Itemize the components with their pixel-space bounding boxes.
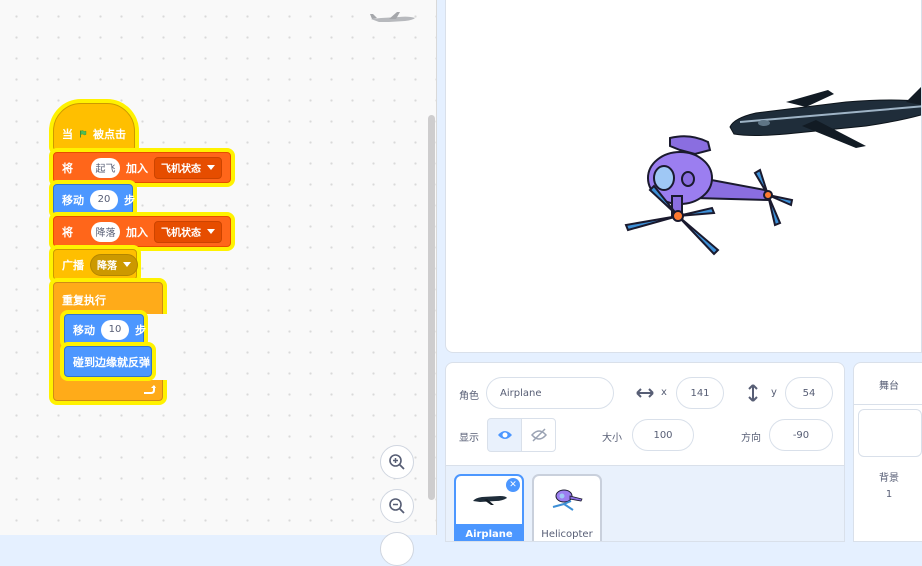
- eye-icon: [497, 431, 512, 439]
- y-label: y: [771, 387, 777, 398]
- code-workspace[interactable]: 当 被点击 将 起飞 加入 飞机状态 移动 20 步 将 降落 加入 飞机状态 …: [0, 0, 437, 566]
- add-prefix-label: 将: [62, 225, 73, 239]
- direction-label: 方向: [741, 433, 761, 444]
- zoom-out-button[interactable]: [380, 489, 414, 523]
- green-flag-icon: [80, 130, 87, 138]
- when-label: 当: [62, 128, 73, 141]
- airplane-sprite[interactable]: [726, 82, 922, 157]
- stage-title: 舞台: [879, 381, 899, 392]
- show-sprite-button[interactable]: [487, 418, 522, 452]
- add-mid-label: 加入: [126, 225, 148, 239]
- dropdown-caret-icon: [123, 262, 131, 267]
- move-label: 移动: [73, 323, 95, 337]
- hide-sprite-button[interactable]: [521, 418, 556, 452]
- stage-canvas[interactable]: [445, 0, 922, 353]
- steps-unit-label: 步: [124, 193, 135, 207]
- backdrop-label: 背景: [879, 473, 899, 484]
- steps-input[interactable]: 20: [90, 189, 118, 210]
- size-input[interactable]: 100: [632, 419, 694, 451]
- zoom-in-icon: [389, 454, 405, 470]
- list-item-input[interactable]: 起飞: [91, 157, 120, 178]
- broadcast-label: 广播: [62, 258, 84, 272]
- show-label: 显示: [459, 433, 479, 444]
- list-dropdown-label: 飞机状态: [161, 228, 201, 239]
- when-flag-clicked-block[interactable]: 当 被点击: [53, 103, 135, 151]
- forever-label: 重复执行: [62, 294, 106, 307]
- workspace-scrollbar[interactable]: [428, 115, 435, 500]
- steps-unit-label: 步: [135, 323, 146, 337]
- sprite-name-label: 角色: [459, 391, 479, 402]
- airplane-thumbnail-icon: [473, 496, 507, 505]
- move-steps-block-2[interactable]: 移动 10 步: [64, 314, 146, 345]
- bounce-label: 碰到边缘就反弹: [73, 355, 150, 369]
- x-label: x: [661, 387, 667, 398]
- backdrop-thumbnail[interactable]: [858, 409, 922, 457]
- dropdown-caret-icon: [207, 165, 215, 170]
- airplane-sprite-ghost-icon: [370, 12, 415, 22]
- vertical-arrows-icon: [748, 384, 758, 402]
- sprite-name-value: Airplane: [500, 387, 542, 399]
- bounce-on-edge-block[interactable]: 碰到边缘就反弹: [64, 346, 152, 377]
- horizontal-arrows-icon: [636, 388, 654, 398]
- backdrop-count: 1: [885, 489, 893, 500]
- stage-header-divider: [854, 404, 922, 405]
- sprite-tile-name: Airplane: [456, 524, 522, 541]
- delete-sprite-icon[interactable]: ✕: [506, 478, 520, 492]
- sprite-info-pane: 角色 Airplane x 141 y 54 显示 大小 100 方向 -90: [445, 362, 845, 542]
- direction-input[interactable]: -90: [769, 419, 833, 451]
- loop-arrow-icon: [144, 385, 156, 394]
- zoom-reset-button[interactable]: [380, 532, 414, 566]
- dropdown-caret-icon: [207, 229, 215, 234]
- add-prefix-label: 将: [62, 161, 73, 175]
- sprite-tile-airplane[interactable]: ✕ Airplane: [454, 474, 524, 541]
- x-input[interactable]: 141: [676, 377, 724, 409]
- add-to-list-block-1[interactable]: 将 起飞 加入 飞机状态: [53, 152, 231, 183]
- sprite-name-input[interactable]: Airplane: [486, 377, 614, 409]
- eye-slash-icon: [530, 428, 547, 442]
- x-value: 141: [690, 387, 710, 399]
- list-dropdown[interactable]: 飞机状态: [154, 220, 222, 243]
- list-dropdown[interactable]: 飞机状态: [154, 156, 222, 179]
- sprite-list: ✕ Airplane Helicopter: [446, 465, 844, 541]
- broadcast-message-label: 降落: [97, 261, 117, 272]
- y-input[interactable]: 54: [785, 377, 833, 409]
- add-to-list-block-2[interactable]: 将 降落 加入 飞机状态: [53, 216, 231, 247]
- broadcast-block[interactable]: 广播 降落: [53, 249, 138, 280]
- stage-selector-pane[interactable]: 舞台 背景 1: [853, 362, 922, 542]
- move-label: 移动: [62, 193, 84, 207]
- move-steps-block-1[interactable]: 移动 20 步: [53, 184, 135, 215]
- direction-value: -90: [792, 429, 810, 441]
- add-mid-label: 加入: [126, 161, 148, 175]
- clicked-label: 被点击: [93, 128, 126, 141]
- zoom-out-icon: [389, 498, 405, 514]
- list-dropdown-label: 飞机状态: [161, 164, 201, 175]
- zoom-in-button[interactable]: [380, 445, 414, 479]
- sprite-tile-name: Helicopter: [541, 529, 593, 540]
- size-label: 大小: [602, 433, 622, 444]
- y-value: 54: [802, 387, 816, 399]
- helicopter-thumbnail-icon: [552, 489, 583, 511]
- steps-input[interactable]: 10: [101, 319, 129, 340]
- size-value: 100: [653, 429, 673, 441]
- sprite-tile-helicopter[interactable]: Helicopter: [532, 474, 602, 541]
- list-item-input[interactable]: 降落: [91, 221, 120, 242]
- broadcast-message-dropdown[interactable]: 降落: [90, 253, 138, 276]
